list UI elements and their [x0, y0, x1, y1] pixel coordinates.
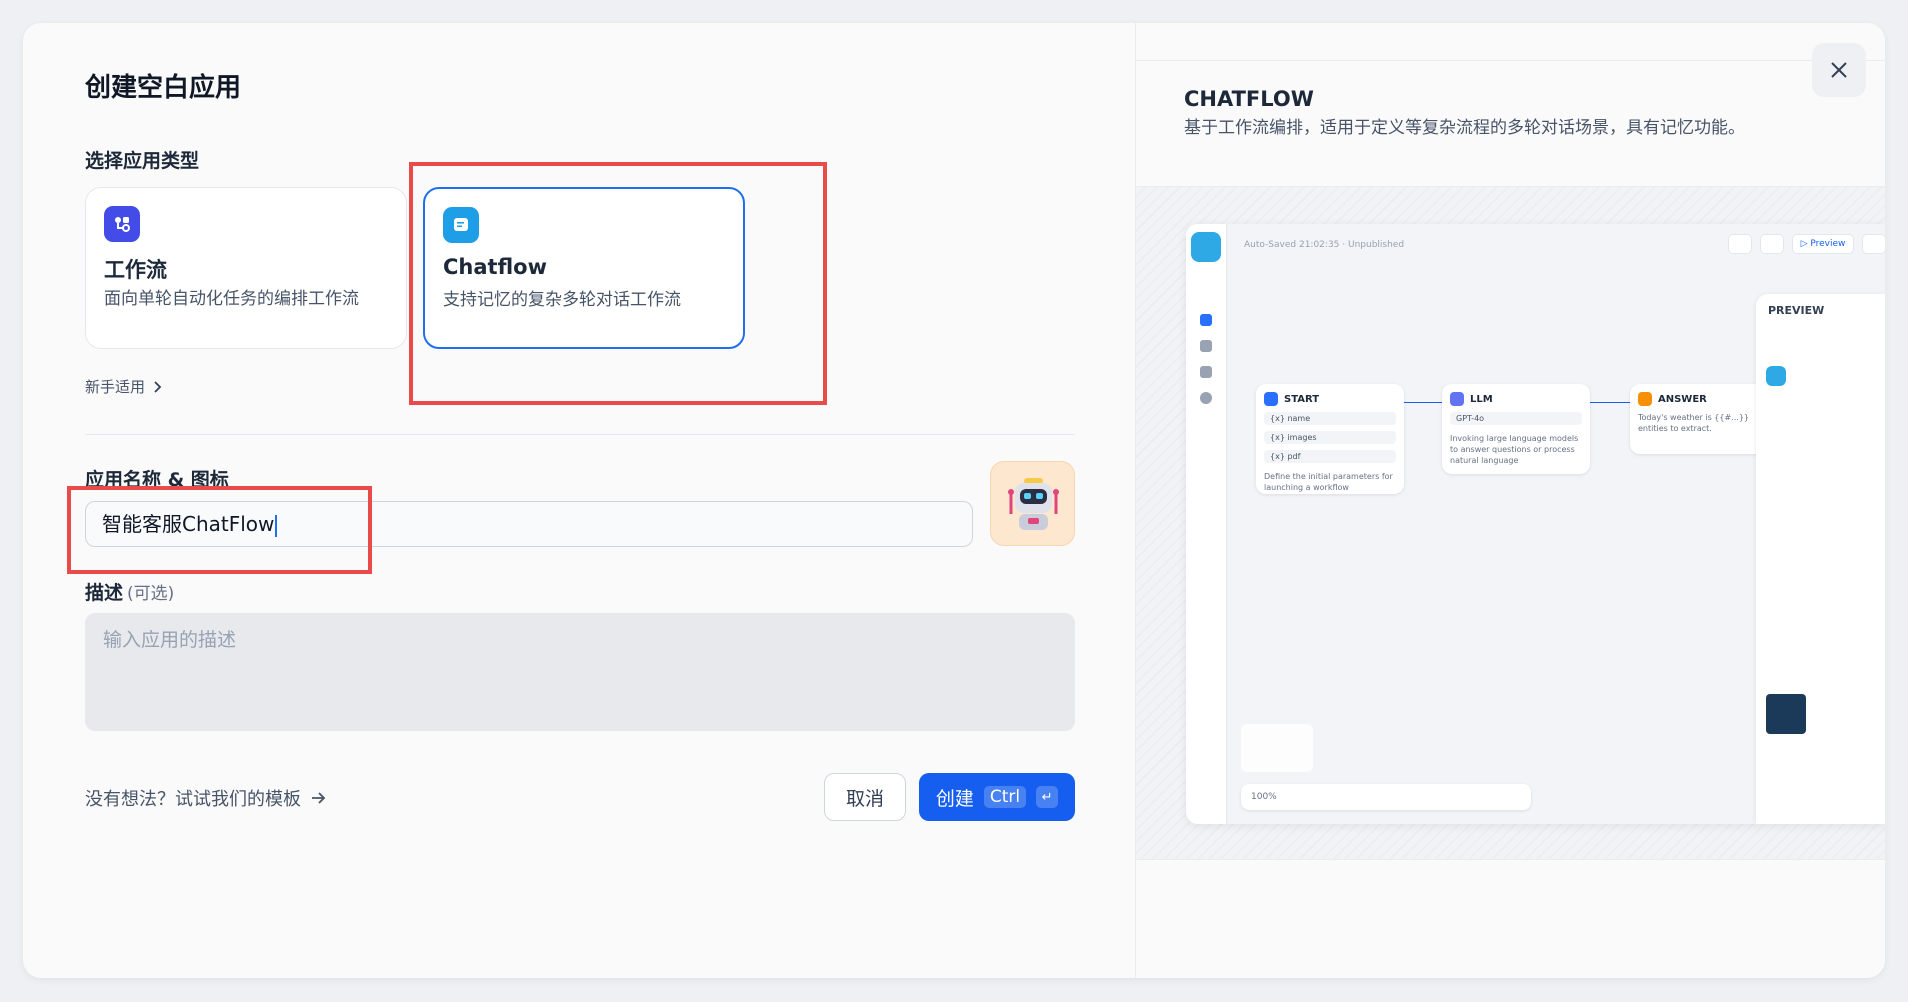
answer-icon [1638, 392, 1652, 406]
zoom-toolbar: 100% [1241, 784, 1531, 810]
answer-node: ANSWER Today's weather is {{#...}} entit… [1630, 384, 1770, 454]
workflow-preview-mock: Auto-Saved 21:02:35 · Unpublished ▷ Prev… [1186, 224, 1885, 824]
app-type-description: 面向单轮自动化任务的编排工作流 [104, 289, 359, 309]
mock-sidebar [1186, 224, 1227, 824]
section-divider [85, 434, 1075, 435]
description-placeholder: 输入应用的描述 [103, 629, 237, 651]
settings-icon [1200, 392, 1212, 404]
chevron-right-icon [154, 380, 162, 393]
app-type-label: 选择应用类型 [85, 150, 200, 172]
beginner-link-label: 新手适用 [85, 378, 146, 396]
robot-avatar-icon [1008, 478, 1059, 530]
preview-description: 基于工作流编排，适用于定义等复杂流程的多轮对话场景，具有记忆功能。 [1184, 118, 1745, 138]
app-icon-picker[interactable] [990, 461, 1075, 546]
grid-icon [1760, 234, 1784, 254]
llm-node: LLM GPT-4o Invoking large language model… [1442, 384, 1590, 474]
arrow-right-icon [312, 792, 326, 804]
close-icon [1831, 62, 1847, 78]
mock-toolbar: ▷ Preview [1728, 234, 1885, 254]
preview-title: CHATFLOW [1184, 87, 1314, 111]
name-icon-label: 应用名称 & 图标 [85, 469, 229, 491]
minimap [1241, 724, 1313, 772]
templates-link[interactable]: 没有想法？试试我们的模板 [85, 785, 327, 811]
form-pane: 创建空白应用 选择应用类型 工作流 面向单轮自动化任务的编排工作流 Chatfl… [23, 23, 1135, 978]
create-button-label: 创建 [935, 787, 974, 810]
optional-hint: (可选) [127, 584, 175, 604]
app-name-input[interactable]: 智能客服ChatFlow [85, 501, 973, 547]
thumbnail-image [1766, 694, 1806, 734]
enter-key-icon: ↵ [1036, 786, 1059, 808]
app-name-value: 智能客服ChatFlow [102, 512, 275, 536]
autosave-status: Auto-Saved 21:02:35 · Unpublished [1244, 240, 1405, 250]
mock-preview-panel: PREVIEW [1756, 294, 1885, 824]
templates-link-label: 没有想法？试试我们的模板 [85, 789, 301, 810]
home-icon [1264, 392, 1278, 406]
create-app-dialog: 创建空白应用 选择应用类型 工作流 面向单轮自动化任务的编排工作流 Chatfl… [23, 23, 1885, 978]
cancel-button[interactable]: 取消 [824, 773, 906, 821]
edge [1590, 402, 1630, 403]
start-node: START {x} name {x} images {x} pdf Define… [1256, 384, 1404, 494]
beginner-link[interactable]: 新手适用 [85, 376, 163, 397]
close-button[interactable] [1812, 43, 1866, 97]
document-icon [1200, 366, 1212, 378]
edge [1404, 402, 1442, 403]
preview-button: ▷ Preview [1792, 234, 1854, 254]
app-type-card-chatflow[interactable]: Chatflow 支持记忆的复杂多轮对话工作流 [423, 187, 745, 349]
text-caret [275, 514, 278, 537]
preview-pane: CHATFLOW 基于工作流编排，适用于定义等复杂流程的多轮对话场景，具有记忆功… [1135, 23, 1885, 978]
history-icon [1862, 234, 1885, 254]
app-type-description: 支持记忆的复杂多轮对话工作流 [443, 290, 681, 310]
header-divider [1136, 60, 1885, 61]
preview-image: Auto-Saved 21:02:35 · Unpublished ▷ Prev… [1136, 186, 1885, 860]
robot-icon [1766, 366, 1786, 386]
create-button[interactable]: 创建 Ctrl ↵ [919, 773, 1075, 821]
image-icon [1200, 314, 1212, 326]
workflow-icon [104, 206, 140, 242]
terminal-icon [1200, 340, 1212, 352]
llm-icon [1450, 392, 1464, 406]
app-type-name: Chatflow [443, 255, 547, 279]
robot-icon [1191, 232, 1221, 262]
refresh-icon [1728, 234, 1752, 254]
description-label: 描述 (可选) [85, 582, 175, 604]
app-type-card-workflow[interactable]: 工作流 面向单轮自动化任务的编排工作流 [85, 187, 407, 349]
app-type-name: 工作流 [104, 258, 167, 282]
dialog-title: 创建空白应用 [85, 73, 242, 103]
shortcut-ctrl: Ctrl [983, 786, 1027, 808]
description-textarea[interactable]: 输入应用的描述 [85, 613, 1075, 731]
chatflow-icon [443, 207, 479, 243]
